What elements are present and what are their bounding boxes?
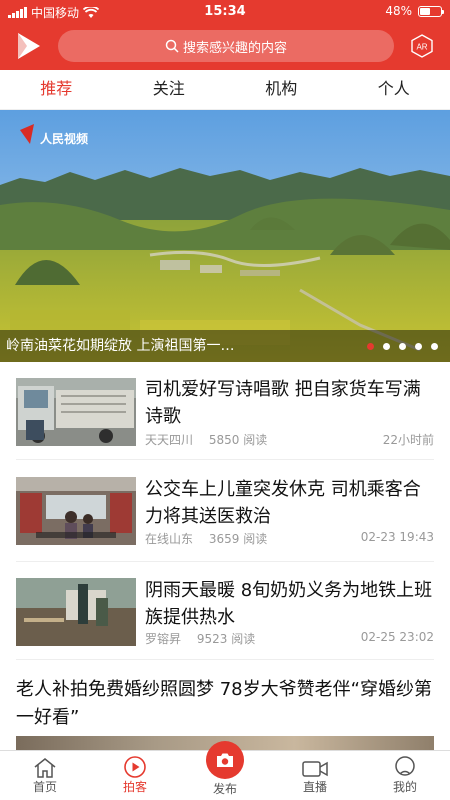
tab-personal[interactable]: 个人 [338,70,450,109]
news-meta: 天天四川 5850 阅读 22小时前 [145,431,434,448]
news-title: 阴雨天最暖 8旬奶奶义务为地铁上班族提供热水 [145,580,433,628]
app-logo-icon[interactable] [16,32,42,60]
truck-thumbnail-image [16,378,136,446]
carousel-dot[interactable] [367,343,374,350]
nav-label: 拍客 [122,780,147,794]
news-source: 罗镕昇 [145,632,182,646]
carousel-dots [367,343,438,350]
search-placeholder: 搜索感兴趣的内容 [182,40,287,56]
tab-following[interactable]: 关注 [113,70,226,109]
search-bar[interactable]: 搜索感兴趣的内容 [58,30,394,62]
news-title: 公交车上儿童突发休克 司机乘客合力将其送医救治 [145,479,421,527]
nav-paike[interactable]: 拍客 [90,751,180,800]
nav-label: 直播 [302,780,327,794]
news-views: 9523 阅读 [196,632,256,646]
play-circle-icon [124,756,146,778]
featured-banner[interactable]: 人民视频 岭南油菜花如期绽放 上演祖国第一… [0,110,450,362]
nav-live[interactable]: 直播 [270,751,360,800]
tab-recommend[interactable]: 推荐 [0,70,113,109]
news-meta: 在线山东 3659 阅读 02-23 19:43 [145,530,434,547]
news-thumbnail [16,477,136,545]
carousel-dot[interactable] [415,343,422,350]
publish-button[interactable] [206,741,244,779]
status-bar: 中国移动 15:34 48% [0,0,450,22]
nav-label: 首页 [32,780,57,794]
ar-label: AR [416,43,427,52]
news-title: 司机爱好写诗唱歌 把自家货车写满诗歌 [145,379,421,427]
bottom-nav: 首页 拍客 发布 直播 我的 [0,741,450,800]
carousel-dot[interactable] [431,343,438,350]
nav-me[interactable]: 我的 [360,751,450,800]
bus-thumbnail-image [16,477,136,545]
news-time: 02-23 19:43 [360,530,434,544]
live-video-icon [302,761,328,777]
news-thumbnail [16,578,136,646]
home-icon [34,758,56,778]
news-thumbnail [16,378,136,446]
news-views: 3659 阅读 [208,532,268,546]
news-item[interactable]: 公交车上儿童突发休克 司机乘客合力将其送医救治 在线山东 3659 阅读 02-… [16,460,434,562]
top-bar: 搜索感兴趣的内容 AR [0,22,450,70]
battery-percent: 48% [385,4,412,18]
battery-icon [418,5,444,17]
news-item[interactable]: 阴雨天最暖 8旬奶奶义务为地铁上班族提供热水 罗镕昇 9523 阅读 02-25… [16,562,434,660]
featured-news-title[interactable]: 老人补拍免费婚纱照圆梦 78岁大爷赞老伴“穿婚纱第一好看” [16,676,434,732]
news-time: 22小时前 [382,433,434,447]
news-source: 在线山东 [145,532,194,546]
camera-icon [217,753,233,767]
search-icon [165,39,179,53]
category-tabs: 推荐 关注 机构 个人 [0,70,450,110]
news-item[interactable]: 司机爱好写诗唱歌 把自家货车写满诗歌 天天四川 5850 阅读 22小时前 [16,362,434,460]
news-source: 天天四川 [145,433,194,447]
news-meta: 罗镕昇 9523 阅读 02-25 23:02 [145,630,434,647]
carousel-dot[interactable] [383,343,390,350]
news-views: 5850 阅读 [208,433,268,447]
carousel-dot[interactable] [399,343,406,350]
user-icon [395,756,415,776]
status-time: 15:34 [204,4,246,19]
news-time: 02-25 23:02 [360,630,434,644]
nav-label: 我的 [392,780,417,794]
tab-organizations[interactable]: 机构 [225,70,338,109]
nav-label: 发布 [212,782,237,796]
nav-publish[interactable]: 发布 [180,741,270,800]
banner-landscape-image [0,110,450,362]
ar-button[interactable]: AR [410,34,434,58]
subway-thumbnail-image [16,578,136,646]
ar-hexagon-icon: AR [411,34,433,58]
banner-watermark: 人民视频 [40,132,89,146]
nav-home[interactable]: 首页 [0,751,90,800]
